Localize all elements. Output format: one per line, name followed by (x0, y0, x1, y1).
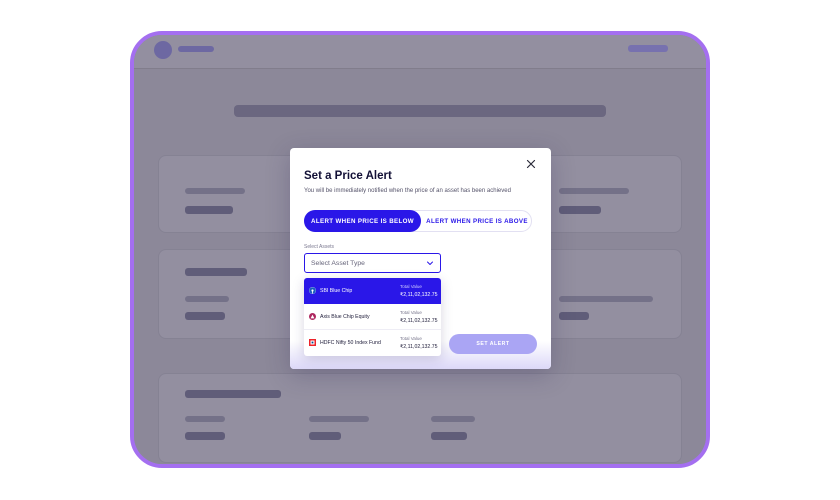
axis-logo-icon (309, 313, 316, 320)
modal-subtitle: You will be immediately notified when th… (304, 188, 511, 194)
asset-type-select[interactable]: Select Asset Type (304, 253, 441, 273)
hdfc-logo-icon (309, 339, 316, 346)
total-value: ₹2,11,02,132.75 (400, 318, 438, 324)
price-alert-modal: Set a Price Alert You will be immediatel… (290, 148, 551, 369)
asset-type-placeholder: Select Asset Type (311, 260, 365, 267)
total-value-label: Total Value (400, 336, 422, 341)
sbi-logo-icon (309, 287, 316, 294)
alert-above-tab[interactable]: ALERT WHEN PRICE IS ABOVE (422, 210, 532, 232)
asset-option[interactable]: SBI Blue Chip Total Value ₹2,11,02,132.7… (304, 278, 441, 304)
modal-title: Set a Price Alert (304, 170, 392, 182)
close-icon[interactable] (525, 158, 537, 170)
set-alert-button[interactable]: SET ALERT (449, 334, 537, 354)
total-value-label: Total Value (400, 284, 422, 289)
alert-below-tab[interactable]: ALERT WHEN PRICE IS BELOW (304, 210, 421, 232)
total-value: ₹2,11,02,132.75 (400, 344, 438, 350)
total-value-label: Total Value (400, 310, 422, 315)
select-assets-label: Select Assets (304, 244, 335, 250)
alert-direction-toggle: ALERT WHEN PRICE IS BELOW ALERT WHEN PRI… (304, 210, 532, 232)
asset-option-name: Axis Blue Chip Equity (320, 314, 370, 320)
asset-option-name: HDFC Nifty 50 Index Fund (320, 340, 381, 346)
total-value: ₹2,11,02,132.75 (400, 292, 438, 298)
chevron-down-icon (427, 261, 433, 265)
asset-dropdown: SBI Blue Chip Total Value ₹2,11,02,132.7… (304, 278, 441, 356)
asset-option[interactable]: Axis Blue Chip Equity Total Value ₹2,11,… (304, 304, 441, 330)
asset-option[interactable]: HDFC Nifty 50 Index Fund Total Value ₹2,… (304, 330, 441, 356)
asset-option-name: SBI Blue Chip (320, 288, 353, 294)
